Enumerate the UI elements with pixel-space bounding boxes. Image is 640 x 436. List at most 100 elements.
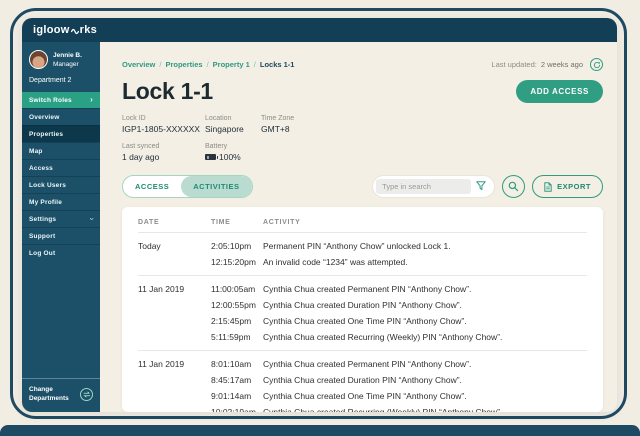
add-access-button[interactable]: ADD ACCESS: [516, 80, 603, 103]
sidebar-item-log-out[interactable]: Log Out: [22, 244, 100, 261]
info-label: Last synced: [122, 143, 205, 150]
info-lock-id: Lock ID IGP1-1805-XXXXXX: [122, 115, 205, 134]
export-label: EXPORT: [557, 182, 591, 191]
breadcrumb-link-overview[interactable]: Overview: [122, 60, 155, 69]
info-time-zone: Time Zone GMT+8: [261, 115, 294, 134]
breadcrumb-separator: /: [159, 60, 161, 69]
sidebar-item-my-profile[interactable]: My Profile: [22, 193, 100, 210]
sidebar-item-settings[interactable]: Settings ›: [22, 210, 100, 227]
user-department: Department 2: [29, 77, 93, 84]
table-row: 9:01:14amCynthia Chua created One Time P…: [138, 388, 587, 404]
table-row: 8:45:17amCynthia Chua created Duration P…: [138, 372, 587, 388]
activity-group: 11 Jan 20198:01:10amCynthia Chua created…: [138, 350, 587, 412]
breadcrumb-separator: /: [207, 60, 209, 69]
breadcrumb-link-properties[interactable]: Properties: [165, 60, 202, 69]
table-row: 11 Jan 20198:01:10amCynthia Chua created…: [138, 356, 587, 372]
change-departments-label: Change Departments: [29, 385, 73, 405]
sidebar-item-label: Support: [29, 233, 55, 240]
activity-group: 11 Jan 201911:00:05amCynthia Chua create…: [138, 275, 587, 350]
search-box: [372, 175, 495, 198]
cell-time: 12:00:55pm: [211, 300, 263, 310]
info-value: IGP1-1805-XXXXXX: [122, 124, 205, 134]
sidebar-spacer: [22, 261, 100, 378]
info-label: Time Zone: [261, 115, 294, 122]
cell-activity: Cynthia Chua created One Time PIN “Antho…: [263, 391, 587, 401]
column-header-date: DATE: [138, 219, 211, 226]
info-label: Battery: [205, 143, 261, 150]
tab-access[interactable]: ACCESS: [123, 176, 181, 197]
sidebar-item-label: Map: [29, 148, 43, 155]
sidebar-item-label: My Profile: [29, 199, 62, 206]
app-header: igloowrks: [22, 18, 617, 42]
refresh-icon: [593, 61, 601, 69]
sidebar-item-label: Settings: [29, 216, 56, 223]
cell-activity: Cynthia Chua created Duration PIN “Antho…: [263, 300, 587, 310]
export-button[interactable]: EXPORT: [532, 175, 603, 198]
sidebar-item-properties[interactable]: Properties: [22, 125, 100, 142]
cell-activity: Permanent PIN “Anthony Chow” unlocked Lo…: [263, 241, 587, 251]
last-updated-value: 2 weeks ago: [541, 60, 583, 69]
tab-activities[interactable]: ACTIVITIES: [181, 176, 251, 197]
table-row: 10:02:19amCynthia Chua created Recurring…: [138, 404, 587, 412]
logo-text-suffix: rks: [80, 24, 97, 36]
cell-date: 11 Jan 2019: [138, 284, 211, 294]
cell-activity: Cynthia Chua created Recurring (Weekly) …: [263, 332, 587, 342]
user-role: Manager: [53, 61, 82, 68]
last-updated: Last updated: 2 weeks ago: [491, 58, 603, 71]
breadcrumb-separator: /: [254, 60, 256, 69]
cell-time: 2:05:10pm: [211, 241, 263, 251]
info-last-synced: Last synced 1 day ago: [122, 143, 205, 162]
sidebar-item-support[interactable]: Support: [22, 227, 100, 244]
sidebar-item-label: Access: [29, 165, 53, 172]
column-header-time: TIME: [211, 219, 263, 226]
chevron-down-icon: ›: [88, 218, 96, 221]
cell-time: 9:01:14am: [211, 391, 263, 401]
logo-wave-icon: [71, 26, 79, 38]
activity-table-body: Today2:05:10pmPermanent PIN “Anthony Cho…: [138, 233, 587, 412]
info-label: Lock ID: [122, 115, 205, 122]
info-battery: Battery 100%: [205, 143, 261, 162]
cell-time: 10:02:19am: [211, 407, 263, 412]
table-row: 12:00:55pmCynthia Chua created Duration …: [138, 297, 587, 313]
chevron-right-icon: ›: [90, 96, 93, 104]
cell-time: 8:01:10am: [211, 359, 263, 369]
refresh-button[interactable]: [590, 58, 603, 71]
search-button[interactable]: [502, 175, 525, 198]
sidebar-item-lock-users[interactable]: Lock Users: [22, 176, 100, 193]
search-input[interactable]: [376, 179, 471, 194]
app-logo: igloowrks: [33, 23, 97, 38]
sidebar-item-map[interactable]: Map: [22, 142, 100, 159]
last-updated-label: Last updated:: [491, 60, 536, 69]
avatar: [29, 50, 48, 69]
cell-activity: Cynthia Chua created Permanent PIN “Anth…: [263, 359, 587, 369]
switch-roles-label: Switch Roles: [29, 97, 72, 104]
sidebar-item-label: Overview: [29, 114, 60, 121]
cell-activity: Cynthia Chua created Recurring (Weekly) …: [263, 407, 587, 412]
cell-activity: Cynthia Chua created Duration PIN “Antho…: [263, 375, 587, 385]
column-header-activity: ACTIVITY: [263, 219, 587, 226]
table-row: 5:11:59pmCynthia Chua created Recurring …: [138, 329, 587, 345]
info-value: 1 day ago: [122, 152, 205, 162]
info-value: Singapore: [205, 124, 261, 134]
sidebar: Jennie B. Manager Department 2 Switch Ro…: [22, 42, 100, 412]
cell-time: 8:45:17am: [211, 375, 263, 385]
page-title: Lock 1-1: [122, 78, 213, 105]
tab-group: ACCESS ACTIVITIES: [122, 175, 253, 198]
table-row: 2:15:45pmCynthia Chua created One Time P…: [138, 313, 587, 329]
funnel-icon[interactable]: [476, 178, 486, 196]
info-location: Location Singapore: [205, 115, 261, 134]
switch-roles-button[interactable]: Switch Roles ›: [22, 92, 100, 108]
cell-activity: An invalid code “1234” was attempted.: [263, 257, 587, 267]
sidebar-item-access[interactable]: Access: [22, 159, 100, 176]
sidebar-menu: Overview Properties Map Access Lock Users My …: [22, 108, 100, 261]
info-label: Location: [205, 115, 261, 122]
lock-info: Lock ID IGP1-1805-XXXXXX Location Singap…: [122, 115, 603, 162]
info-value: GMT+8: [261, 124, 294, 134]
cell-time: 11:00:05am: [211, 284, 263, 294]
document-icon: [544, 182, 552, 192]
change-departments-button[interactable]: Change Departments: [22, 378, 100, 413]
sidebar-item-overview[interactable]: Overview: [22, 108, 100, 125]
breadcrumb-link-property-1[interactable]: Property 1: [213, 60, 250, 69]
magnifier-icon: [508, 181, 519, 192]
swap-arrows-icon[interactable]: [80, 388, 93, 401]
